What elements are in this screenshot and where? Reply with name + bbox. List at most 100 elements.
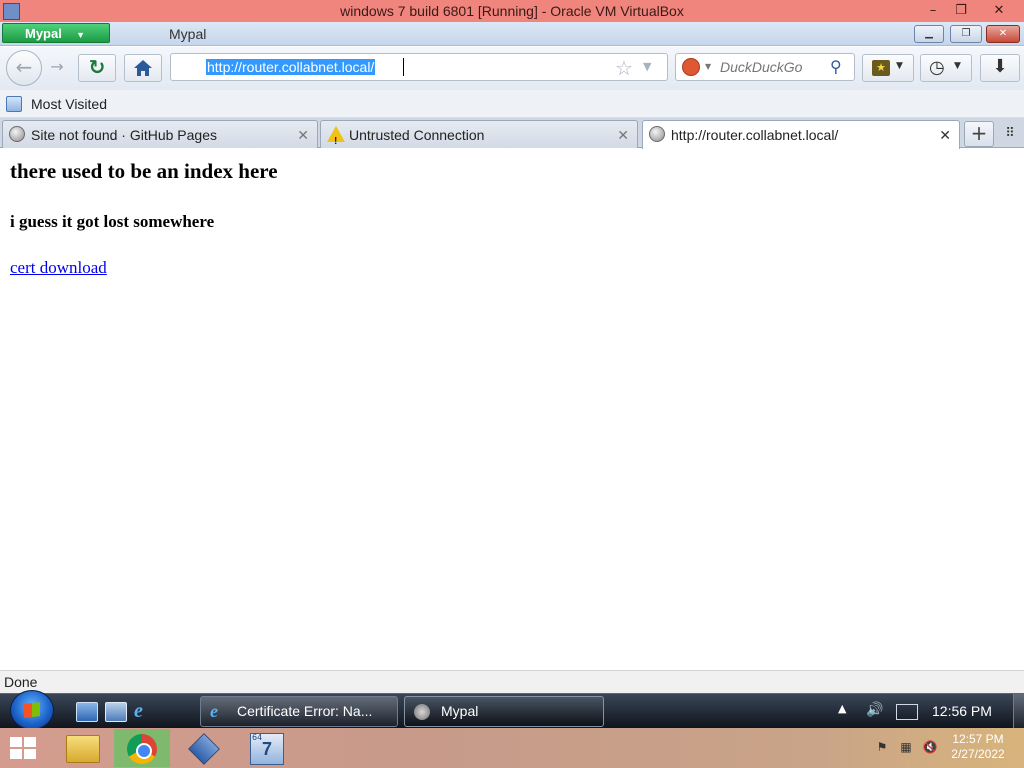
globe-icon (649, 126, 665, 142)
search-input[interactable] (720, 57, 830, 77)
bookmarks-menu-button[interactable]: ★ ▼ (862, 54, 914, 82)
host-clock[interactable]: 12:57 PM 2/27/2022 (946, 732, 1010, 762)
bookmarks-toolbar: Most Visited (0, 90, 1024, 118)
page-heading: there used to be an index here (10, 159, 278, 183)
windows-logo-pane (24, 749, 36, 759)
ie-icon: e (210, 701, 218, 721)
bookmark-star-icon[interactable]: ☆ (615, 56, 633, 80)
host-minimize-button[interactable]: – (920, 1, 946, 20)
host-date: 2/27/2022 (951, 747, 1005, 761)
status-bar: Done (0, 670, 1024, 693)
taskbar-window-mypal[interactable]: Mypal (404, 696, 604, 727)
chevron-down-icon: ▼ (76, 30, 85, 40)
taskbar-window-label: Mypal (441, 703, 479, 719)
download-arrow-icon: ⬇ (992, 56, 1008, 77)
text-caret (403, 58, 404, 76)
show-desktop-button[interactable] (1013, 694, 1024, 729)
browser-close-button[interactable]: ✕ (986, 25, 1020, 43)
taskbar-window-certificate-error[interactable]: e Certificate Error: Na... (200, 696, 398, 727)
windows-logo-icon (10, 737, 22, 747)
page-content: there used to be an index here i guess i… (0, 149, 1024, 670)
tab-close-button[interactable]: ✕ (297, 122, 309, 148)
host-time: 12:57 PM (952, 732, 1004, 746)
volume-icon[interactable]: 🔊 (866, 702, 884, 720)
guest-clock[interactable]: 12:56 PM (932, 703, 992, 719)
warning-icon: ! (327, 126, 345, 147)
browser-restore-button[interactable]: ❐ (950, 25, 982, 43)
guest-taskbar: e e Certificate Error: Na... Mypal ▲ 🔊 1… (0, 690, 1024, 730)
show-desktop-quicklaunch-icon[interactable] (76, 702, 98, 722)
host-restore-button[interactable]: ❐ (948, 1, 974, 20)
search-bar[interactable]: ▼ ⚲ (675, 53, 855, 81)
tab-close-button[interactable]: ✕ (939, 122, 951, 148)
host-taskbar: 7 64 ⚑ ▦ 🔇 12:57 PM 2/27/2022 (0, 728, 1024, 768)
tab-untrusted-connection[interactable]: ! Untrusted Connection ✕ (320, 120, 638, 148)
home-button[interactable] (124, 54, 162, 82)
host-win7-vm[interactable]: 7 64 (238, 729, 294, 767)
cert-download-link[interactable]: cert download (10, 258, 107, 278)
start-button[interactable] (10, 690, 54, 730)
volume-muted-icon[interactable]: 🔇 (922, 740, 938, 756)
bookmark-label: Most Visited (31, 96, 107, 112)
forward-button[interactable]: → (44, 57, 70, 79)
show-hidden-icons-button[interactable]: ▲ (838, 702, 846, 715)
action-center-icon[interactable]: ⚑ (874, 740, 890, 756)
tab-router-collabnet[interactable]: http://router.collabnet.local/ ✕ (642, 120, 960, 149)
globe-icon (9, 126, 25, 142)
chrome-center (136, 743, 152, 759)
search-icon[interactable]: ⚲ (830, 57, 842, 76)
grid-icon: ⠿ (1005, 126, 1015, 141)
tab-label: http://router.collabnet.local/ (671, 127, 839, 143)
reload-button[interactable]: ↻ (78, 54, 116, 82)
windows-logo-icon (24, 702, 40, 718)
duckduckgo-icon[interactable] (682, 58, 700, 76)
vm-icon-badge: 64 (252, 733, 263, 742)
search-engine-dropdown-icon[interactable]: ▼ (705, 62, 711, 71)
new-tab-button[interactable]: + (964, 121, 994, 147)
status-text: Done (4, 674, 38, 690)
host-start-button[interactable] (10, 737, 38, 761)
reload-icon: ↻ (88, 55, 106, 79)
tab-label: Untrusted Connection (349, 127, 485, 143)
history-button[interactable]: ◷ ▼ (920, 54, 972, 82)
network-icon[interactable] (896, 704, 918, 720)
page-subheading: i guess it got lost somewhere (10, 212, 215, 231)
downloads-button[interactable]: ⬇ (980, 54, 1020, 82)
host-window-title: windows 7 build 6801 [Running] - Oracle … (340, 3, 684, 19)
bookmarks-icon: ★ (872, 60, 890, 76)
clock-icon: ◷ (929, 57, 945, 78)
url-dropdown-icon[interactable]: ▼ (643, 60, 651, 73)
windows-logo-pane (24, 737, 36, 747)
tab-strip: Site not found · GitHub Pages ✕ ! Untrus… (0, 118, 1024, 149)
tab-list-button[interactable]: ⠿ (1000, 124, 1020, 144)
back-button[interactable]: ← (6, 50, 42, 86)
host-chrome[interactable] (114, 729, 170, 767)
host-file-explorer[interactable] (56, 729, 112, 767)
arrow-right-icon: → (50, 57, 64, 76)
windows-logo-pane (10, 749, 22, 759)
host-virtualbox[interactable] (176, 729, 232, 767)
network-icon[interactable]: ▦ (898, 740, 914, 756)
url-text[interactable]: http://router.collabnet.local/ (206, 59, 376, 75)
url-bar[interactable]: http://router.collabnet.local/ ☆ ▼ (170, 53, 668, 81)
browser-minimize-button[interactable]: ▁ (914, 25, 944, 43)
virtualbox-icon (188, 733, 220, 765)
host-close-button[interactable]: ✕ (986, 1, 1012, 20)
app-menu-button[interactable]: Mypal ▼ (2, 23, 110, 43)
arrow-left-icon: ← (15, 55, 33, 79)
tab-site-not-found[interactable]: Site not found · GitHub Pages ✕ (2, 120, 318, 148)
tab-close-button[interactable]: ✕ (617, 122, 629, 148)
browser-titlebar: Mypal ▼ Mypal ▁ ❐ ✕ (0, 22, 1024, 46)
bookmark-most-visited[interactable]: Most Visited (4, 94, 107, 114)
chevron-down-icon: ▼ (896, 61, 903, 71)
internet-explorer-icon[interactable]: e (134, 701, 154, 721)
most-visited-icon (6, 96, 22, 112)
host-titlebar: windows 7 build 6801 [Running] - Oracle … (0, 0, 1024, 22)
browser-window-title: Mypal (169, 26, 207, 42)
app-menu-label: Mypal (25, 26, 62, 41)
tab-label: Site not found · GitHub Pages (31, 127, 217, 143)
file-explorer-icon (66, 735, 100, 763)
navigation-toolbar: ← → ↻ http://router.collabnet.local/ ☆ ▼… (0, 47, 1024, 90)
switch-windows-icon[interactable] (105, 702, 127, 722)
taskbar-window-label: Certificate Error: Na... (237, 703, 373, 719)
